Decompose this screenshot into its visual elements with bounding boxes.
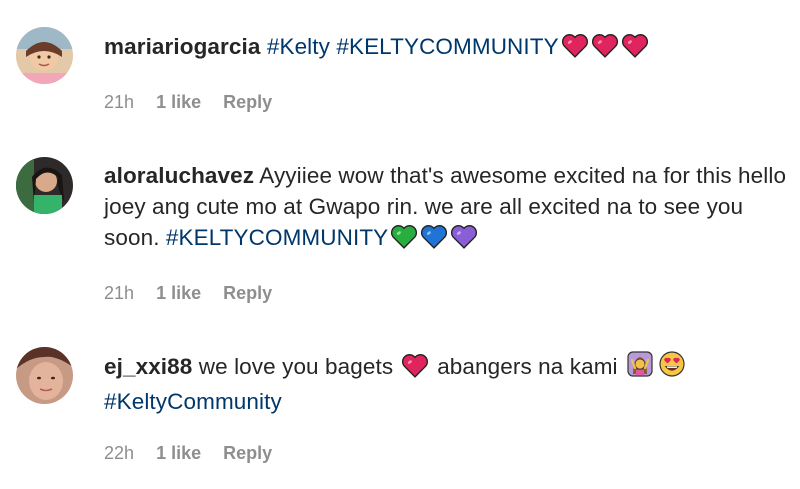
- woman-gesturing-icon: [626, 350, 654, 386]
- comment-text: ej_xxi88 we love you bagets abangers na …: [104, 350, 784, 417]
- avatar[interactable]: [16, 27, 73, 84]
- comment-username[interactable]: aloraluchavez: [104, 163, 254, 188]
- comment-username[interactable]: ej_xxi88: [104, 354, 192, 379]
- comment-username[interactable]: mariariogarcia: [104, 34, 260, 59]
- blue-heart-icon: [420, 224, 448, 257]
- hashtag-link[interactable]: #Kelty: [267, 34, 330, 59]
- comment-text: mariariogarcia #Kelty #KELTYCOMMUNITY: [104, 31, 784, 66]
- comment-body: we love you bagets: [198, 354, 394, 379]
- green-heart-icon: [390, 224, 418, 257]
- comment-timestamp[interactable]: 21h: [104, 92, 134, 112]
- comment-likes[interactable]: 1 like: [156, 92, 201, 112]
- hashtag-link[interactable]: #KELTYCOMMUNITY: [336, 34, 558, 59]
- comment-timestamp[interactable]: 21h: [104, 283, 134, 303]
- comment-likes[interactable]: 1 like: [156, 443, 201, 463]
- red-heart-icon: [401, 353, 429, 386]
- heart-eyes-icon: [658, 350, 686, 386]
- reply-button[interactable]: Reply: [223, 92, 272, 112]
- comment-text: aloraluchavez Ayyiiee wow that's awesome…: [104, 160, 794, 257]
- hashtag-link[interactable]: #KELTYCOMMUNITY: [166, 225, 388, 250]
- comment-timestamp[interactable]: 22h: [104, 443, 134, 463]
- red-heart-icon: [591, 33, 619, 66]
- comment-meta: 21h 1 like Reply: [104, 92, 272, 113]
- comment-body-continued: abangers na kami: [437, 354, 618, 379]
- red-heart-icon: [621, 33, 649, 66]
- comment-likes[interactable]: 1 like: [156, 283, 201, 303]
- avatar[interactable]: [16, 157, 73, 214]
- reply-button[interactable]: Reply: [223, 443, 272, 463]
- purple-heart-icon: [450, 224, 478, 257]
- red-heart-icon: [561, 33, 589, 66]
- comment-meta: 21h 1 like Reply: [104, 283, 272, 304]
- comment-meta: 22h 1 like Reply: [104, 443, 272, 464]
- hashtag-link[interactable]: #KeltyCommunity: [104, 389, 282, 414]
- avatar[interactable]: [16, 347, 73, 404]
- reply-button[interactable]: Reply: [223, 283, 272, 303]
